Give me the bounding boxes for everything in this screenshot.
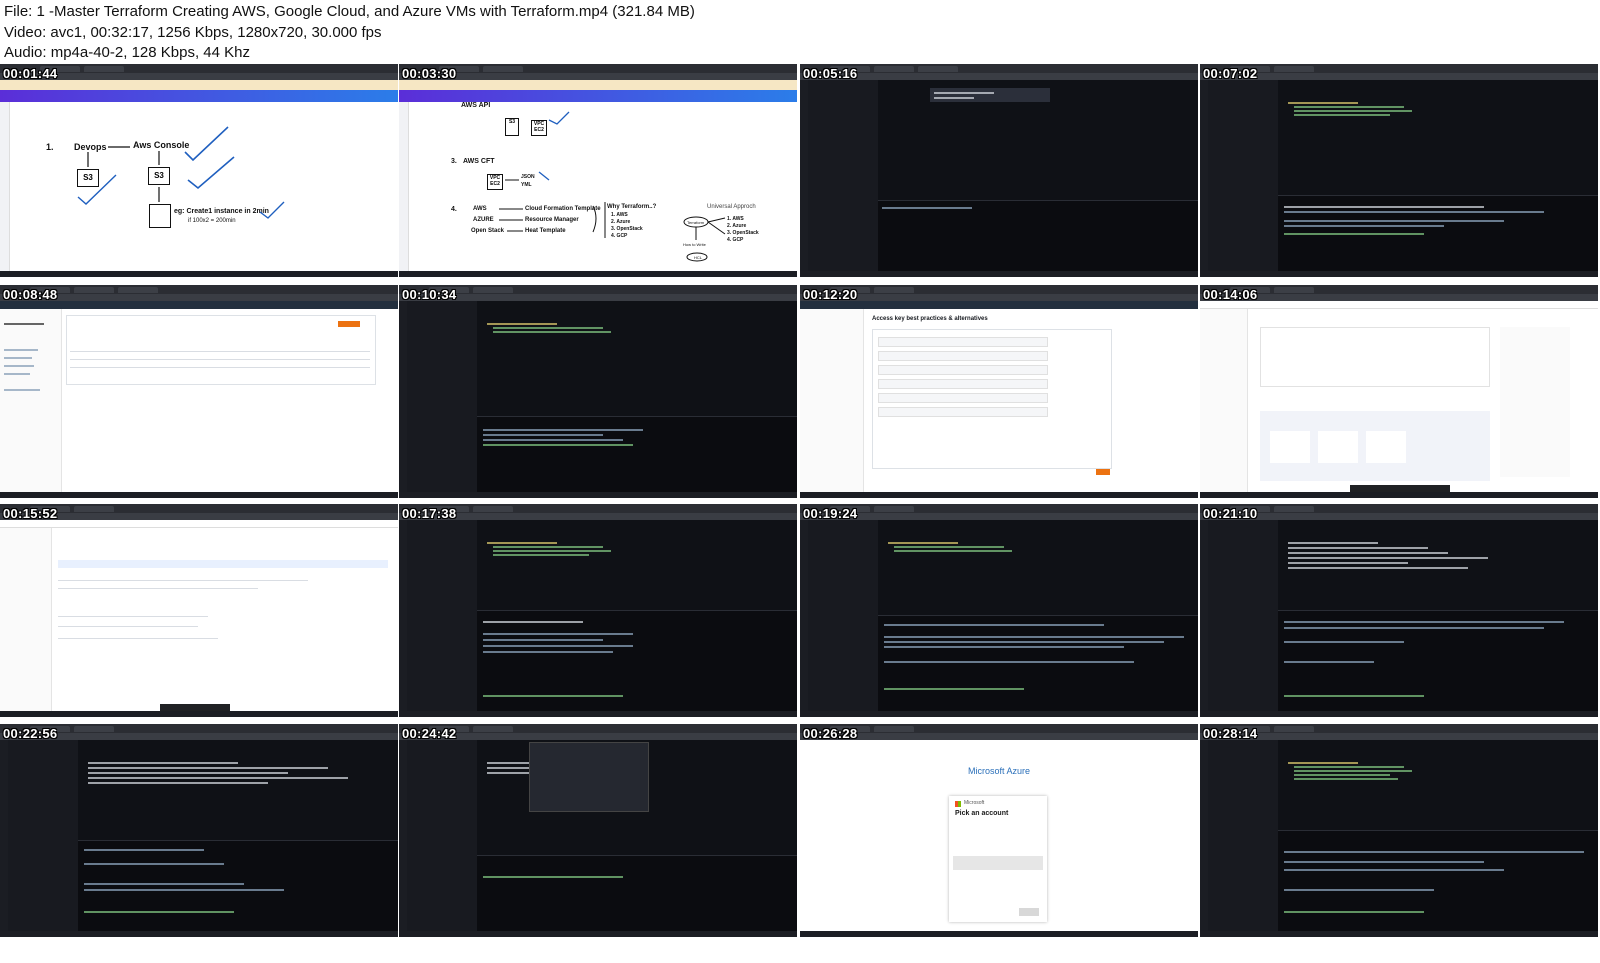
timestamp: 00:01:44: [3, 66, 58, 81]
whiteboard-canvas[interactable]: AWS API S3 VPC EC2 3. AWS CFT VPC EC2 JSON…: [409, 102, 797, 271]
thumbnail-vscode[interactable]: 00:22:56: [0, 724, 398, 937]
video-info-line: Video: avc1, 00:32:17, 1256 Kbps, 1280x7…: [4, 23, 382, 41]
timestamp: 00:05:16: [803, 66, 858, 81]
audio-info-line: Audio: mp4a-40-2, 128 Kbps, 44 Khz: [4, 44, 250, 61]
thumbnail-google-cloud-keys[interactable]: 00:15:52: [0, 504, 398, 717]
timestamp: 00:10:34: [402, 287, 457, 302]
thumbnail-vscode-empty[interactable]: 00:05:16: [800, 64, 1198, 277]
thumbnail-grid: 00:01:44 1. Devops Aws Console S3 S3 eg:…: [0, 64, 1600, 963]
thumbnail-vscode[interactable]: 00:10:34: [399, 285, 797, 498]
timestamp: 00:24:42: [402, 726, 457, 741]
microsoft-label: Microsoft: [964, 800, 985, 806]
account-picker-card: Microsoft Pick an account: [949, 796, 1047, 922]
arrows-and-ticks: [77, 126, 285, 219]
file-info-header: File: 1 -Master Terraform Creating AWS, …: [0, 0, 1600, 64]
diagram-lines: [499, 111, 726, 262]
thumbnail-azure-login[interactable]: 00:26:28 Microsoft Azure Microsoft Pick …: [800, 724, 1198, 937]
timestamp: 00:12:20: [803, 287, 858, 302]
access-keys-title: Access key best practices & alternatives: [872, 316, 988, 322]
thumbnail-whiteboard-terraform[interactable]: 00:03:30 AWS API S3 VPC EC2 3. AWS CFT VP…: [399, 64, 797, 277]
timestamp: 00:21:10: [1203, 506, 1258, 521]
timestamp: 00:15:52: [3, 506, 58, 521]
thumbnail-vscode-menu[interactable]: 00:24:42: [399, 724, 797, 937]
microsoft-logo-icon: [955, 801, 961, 807]
thumbnail-vscode[interactable]: 00:21:10: [1200, 504, 1598, 717]
account-item[interactable]: [953, 856, 1043, 870]
thumbnail-google-cloud[interactable]: 00:14:06: [1200, 285, 1598, 498]
thumbnail-vscode[interactable]: 00:28:14: [1200, 724, 1598, 937]
thumbnail-aws-access-keys[interactable]: 00:12:20 Access key best practices & alt…: [800, 285, 1198, 498]
timestamp: 00:26:28: [803, 726, 858, 741]
whiteboard-canvas[interactable]: 1. Devops Aws Console S3 S3 eg: Create1 …: [10, 102, 398, 271]
file-info-line: File: 1 -Master Terraform Creating AWS, …: [4, 3, 695, 20]
thumbnail-aws-iam[interactable]: 00:08:48: [0, 285, 398, 498]
timestamp: 00:19:24: [803, 506, 858, 521]
thumbnail-vscode[interactable]: 00:07:02: [1200, 64, 1598, 277]
timestamp: 00:22:56: [3, 726, 58, 741]
timestamp: 00:07:02: [1203, 66, 1258, 81]
timestamp: 00:08:48: [3, 287, 58, 302]
thumbnail-vscode[interactable]: 00:17:38: [399, 504, 797, 717]
pick-account-heading: Pick an account: [955, 810, 1009, 817]
azure-title: Microsoft Azure: [967, 766, 1031, 776]
thumbnail-vscode[interactable]: 00:19:24: [800, 504, 1198, 717]
back-button[interactable]: [1019, 908, 1039, 916]
timestamp: 00:03:30: [402, 66, 457, 81]
thumbnail-whiteboard-devops[interactable]: 00:01:44 1. Devops Aws Console S3 S3 eg:…: [0, 64, 398, 277]
timestamp: 00:14:06: [1203, 287, 1258, 302]
timestamp: 00:17:38: [402, 506, 457, 521]
timestamp: 00:28:14: [1203, 726, 1258, 741]
